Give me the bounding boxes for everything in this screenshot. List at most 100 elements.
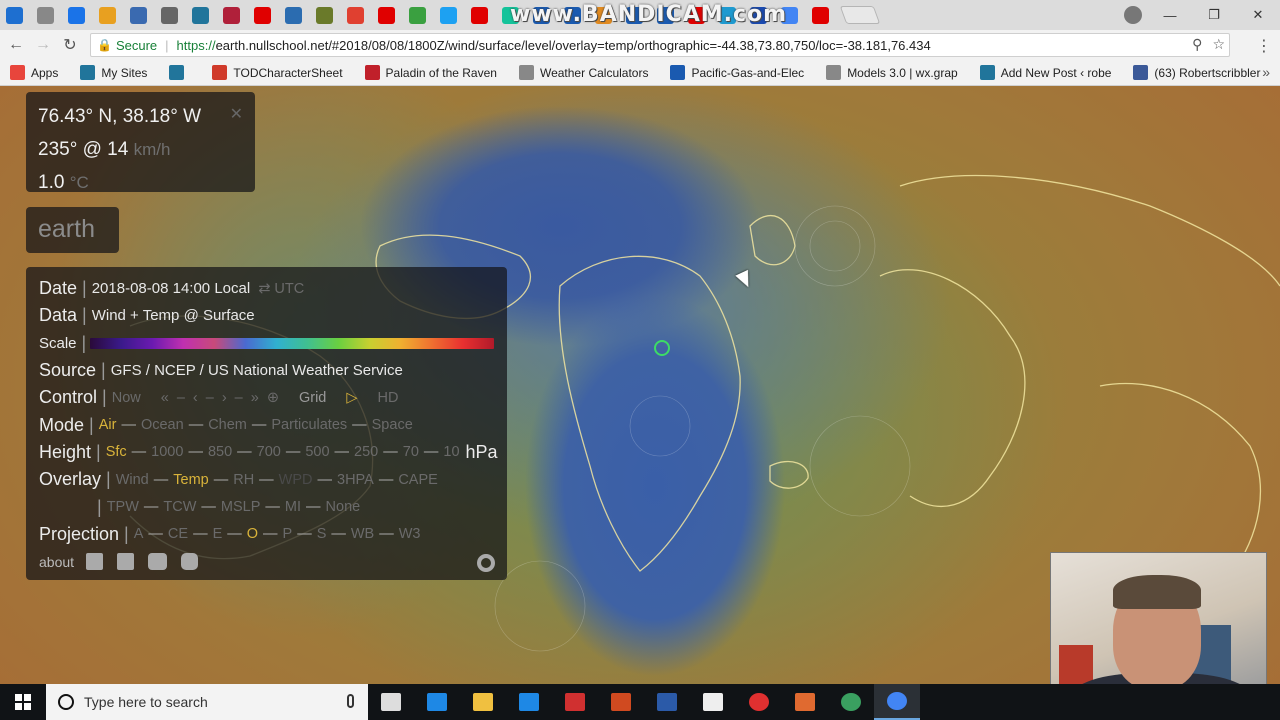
menu-option[interactable]: 500 bbox=[305, 444, 329, 460]
spot-wind-unit[interactable]: km/h bbox=[134, 140, 171, 159]
task-view-icon[interactable] bbox=[368, 684, 414, 720]
menu-option[interactable]: 700 bbox=[257, 444, 281, 460]
store-icon[interactable] bbox=[506, 684, 552, 720]
instagram-icon[interactable] bbox=[181, 553, 199, 571]
mail-icon[interactable] bbox=[690, 684, 736, 720]
youtube-icon[interactable] bbox=[812, 6, 829, 24]
control-option[interactable]: « bbox=[161, 390, 169, 406]
menu-option[interactable]: MI bbox=[285, 499, 301, 515]
back-icon[interactable]: ← bbox=[5, 36, 27, 54]
bookmark-item[interactable]: TODCharacterSheet bbox=[212, 65, 343, 80]
word-icon[interactable] bbox=[644, 684, 690, 720]
play-icon[interactable]: ▷ bbox=[346, 390, 357, 406]
close-icon[interactable]: ✕ bbox=[1236, 7, 1280, 23]
bookmark-item[interactable]: Apps bbox=[10, 65, 58, 80]
date-value[interactable]: 2018-08-08 14:00 Local bbox=[92, 280, 250, 297]
twitter-icon[interactable] bbox=[117, 553, 135, 571]
settings-gear-icon[interactable] bbox=[477, 554, 495, 572]
menu-option[interactable]: MSLP bbox=[221, 499, 261, 515]
menu-option[interactable]: TCW bbox=[163, 499, 196, 515]
new-tab-button[interactable] bbox=[839, 6, 881, 24]
minimize-icon[interactable]: — bbox=[1148, 8, 1192, 23]
bookmarks-overflow-icon[interactable]: » bbox=[1262, 64, 1270, 80]
powerpoint-icon[interactable] bbox=[598, 684, 644, 720]
control-option[interactable]: – bbox=[235, 390, 243, 406]
microphone-icon[interactable] bbox=[347, 694, 354, 708]
square-icon[interactable] bbox=[316, 6, 333, 24]
wordpress-icon[interactable] bbox=[192, 6, 209, 24]
control-option[interactable]: ‹ bbox=[193, 390, 198, 406]
bookmark-item[interactable]: Weather Calculators bbox=[518, 65, 648, 80]
menu-option[interactable]: Sfc bbox=[106, 444, 127, 460]
control-option[interactable]: Grid bbox=[299, 390, 326, 406]
map-icon[interactable] bbox=[409, 6, 426, 24]
menu-option[interactable]: 70 bbox=[403, 444, 419, 460]
page-icon[interactable] bbox=[37, 6, 54, 24]
menu-option[interactable]: Temp bbox=[173, 472, 208, 488]
spot-temp-unit[interactable]: °C bbox=[70, 173, 89, 192]
tumblr-icon[interactable] bbox=[347, 6, 364, 24]
forward-icon[interactable]: → bbox=[32, 36, 54, 54]
menu-option[interactable]: O bbox=[247, 526, 258, 542]
menu-option[interactable]: TPW bbox=[107, 499, 139, 515]
bookmark-item[interactable]: Paladin of the Raven bbox=[364, 65, 497, 80]
map-icon[interactable] bbox=[99, 6, 116, 24]
menu-option[interactable]: W3 bbox=[399, 526, 421, 542]
control-option[interactable]: – bbox=[206, 390, 214, 406]
menu-option[interactable]: Space bbox=[372, 417, 413, 433]
bookmark-item[interactable]: Pacific-Gas-and-Elec bbox=[670, 65, 804, 80]
bookmark-item[interactable] bbox=[169, 65, 190, 80]
omnibox[interactable]: 🔒 Secure | https://earth.nullschool.net/… bbox=[90, 33, 1230, 57]
profile-icon[interactable] bbox=[1124, 6, 1142, 24]
acrobat-icon[interactable] bbox=[552, 684, 598, 720]
restore-icon[interactable]: ❐ bbox=[1192, 7, 1236, 23]
about-link[interactable]: about bbox=[39, 554, 74, 570]
control-option[interactable]: HD bbox=[378, 390, 399, 406]
menu-option[interactable]: Chem bbox=[208, 417, 247, 433]
menu-option[interactable]: Wind bbox=[116, 472, 149, 488]
menu-option[interactable]: CE bbox=[168, 526, 188, 542]
youtube-icon[interactable] bbox=[254, 6, 271, 24]
paint-icon[interactable] bbox=[782, 684, 828, 720]
menu-option[interactable]: 1000 bbox=[151, 444, 183, 460]
menu-option[interactable]: Air bbox=[99, 417, 117, 433]
bookmark-item[interactable]: My Sites bbox=[80, 65, 147, 80]
taskbar-search[interactable]: Type here to search bbox=[46, 684, 368, 720]
bookmark-item[interactable]: Add New Post ‹ robe bbox=[979, 65, 1111, 80]
calendar-icon[interactable] bbox=[68, 6, 85, 24]
control-option[interactable]: Now bbox=[112, 390, 141, 406]
record-icon[interactable] bbox=[736, 684, 782, 720]
menu-option[interactable]: 10 bbox=[443, 444, 459, 460]
menu-option[interactable]: 850 bbox=[208, 444, 232, 460]
bookmark-star-icon[interactable]: ☆ bbox=[1212, 36, 1225, 53]
menu-option[interactable]: None bbox=[326, 499, 361, 515]
menu-option[interactable]: WB bbox=[351, 526, 374, 542]
reload-icon[interactable]: ↻ bbox=[59, 35, 81, 55]
cr-icon[interactable] bbox=[285, 6, 302, 24]
settings-icon[interactable] bbox=[828, 684, 874, 720]
menu-option[interactable]: WPD bbox=[279, 472, 313, 488]
windows-start-icon[interactable] bbox=[0, 684, 46, 720]
target-icon[interactable]: ⊕ bbox=[267, 390, 279, 406]
chrome-icon[interactable] bbox=[874, 684, 920, 720]
menu-option[interactable]: S bbox=[317, 526, 327, 542]
bookmark-item[interactable]: Models 3.0 | wx.grap bbox=[826, 65, 958, 80]
bookmark-item[interactable]: (63) Robertscribbler bbox=[1133, 65, 1260, 80]
menu-option[interactable]: Ocean bbox=[141, 417, 184, 433]
menu-option[interactable]: RH bbox=[233, 472, 254, 488]
spot-close-icon[interactable]: ✕ bbox=[230, 98, 243, 131]
control-option[interactable]: » bbox=[251, 390, 259, 406]
menu-option[interactable]: 3HPA bbox=[337, 472, 374, 488]
menu-option[interactable]: 250 bbox=[354, 444, 378, 460]
dictionary-icon[interactable] bbox=[223, 6, 240, 24]
color-scale-bar[interactable] bbox=[90, 337, 494, 349]
edge-icon[interactable] bbox=[6, 6, 23, 24]
menu-option[interactable]: A bbox=[134, 526, 144, 542]
facebook-icon[interactable] bbox=[86, 553, 104, 571]
file-explorer-icon[interactable] bbox=[460, 684, 506, 720]
wikipedia-icon[interactable] bbox=[161, 6, 178, 24]
menu-option[interactable]: P bbox=[283, 526, 293, 542]
globe-icon[interactable] bbox=[130, 6, 147, 24]
menu-option[interactable]: CAPE bbox=[398, 472, 438, 488]
control-option[interactable]: – bbox=[177, 390, 185, 406]
